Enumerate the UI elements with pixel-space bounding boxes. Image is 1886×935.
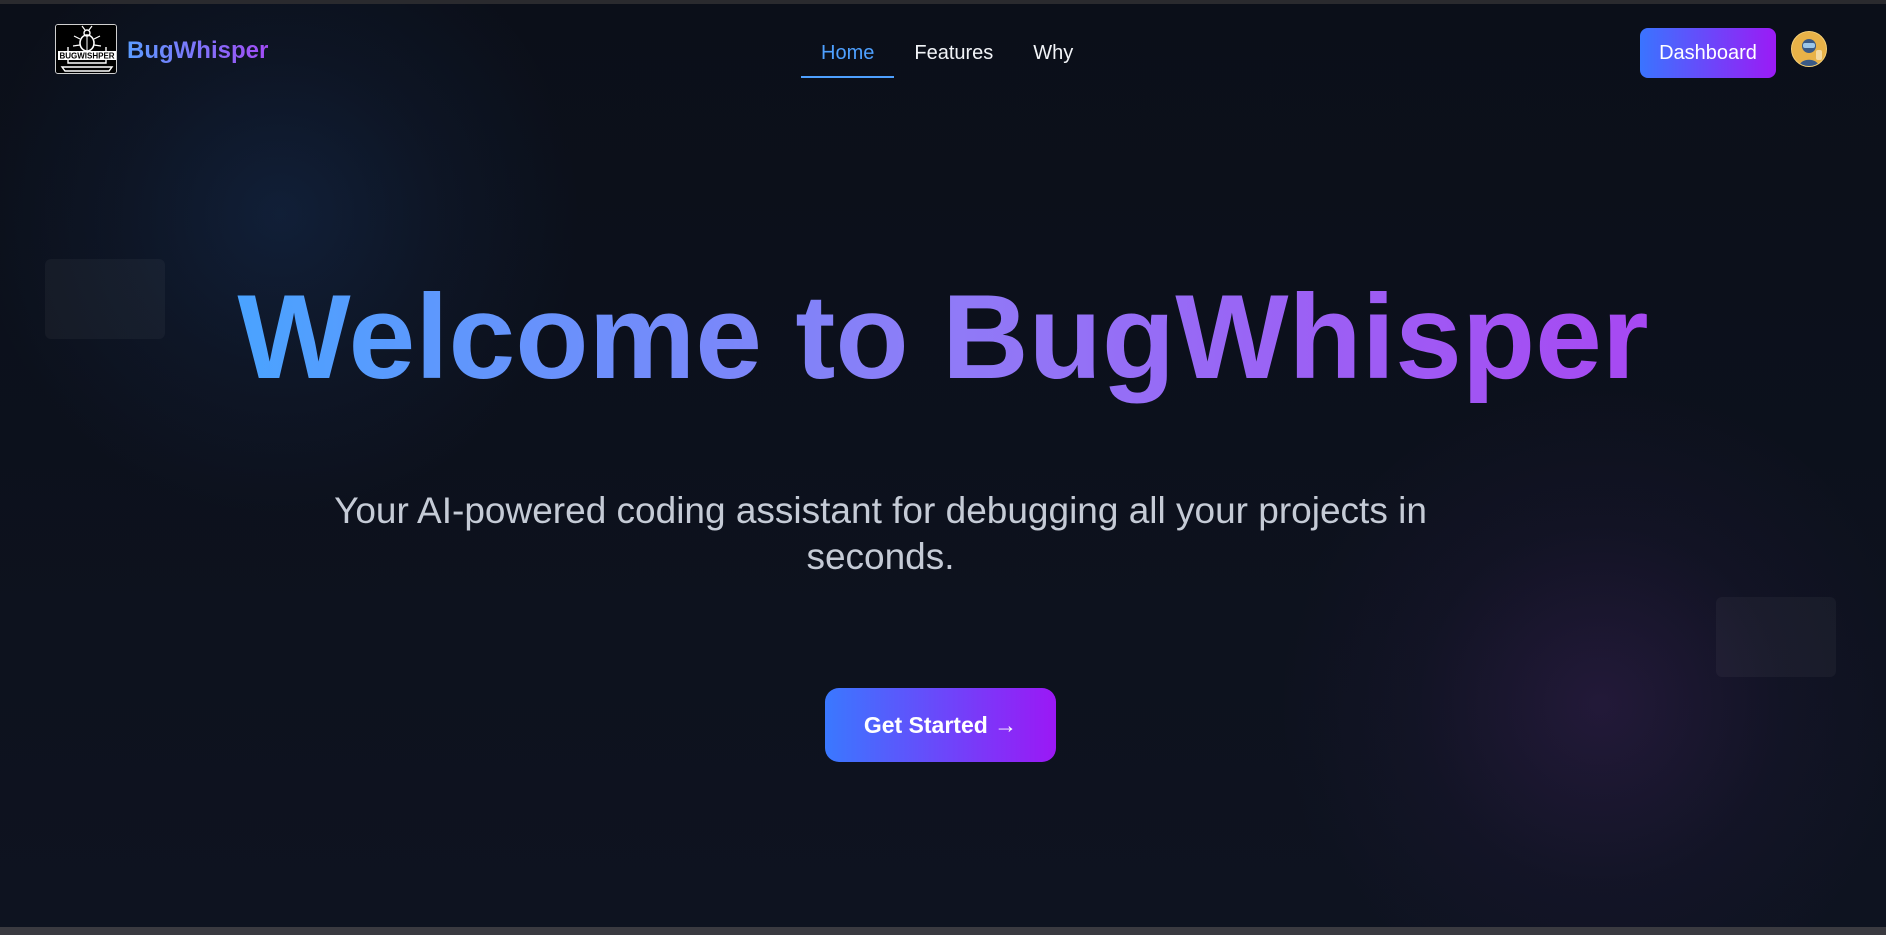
hero-title: Welcome to BugWhisper bbox=[0, 262, 1886, 412]
top-navbar: BUGWISHPER BugWhisper Home Features Why … bbox=[0, 4, 1886, 94]
nav-links: Home Features Why bbox=[801, 30, 1093, 78]
hero-title-text: Welcome to BugWhisper bbox=[237, 270, 1649, 404]
decorative-tile-right bbox=[1716, 597, 1836, 677]
app-window: BUGWISHPER BugWhisper Home Features Why … bbox=[0, 4, 1886, 927]
nav-why-link[interactable]: Why bbox=[1013, 30, 1093, 78]
bugwhisper-logo[interactable]: BUGWISHPER bbox=[55, 24, 117, 74]
window-bottom-edge bbox=[0, 927, 1886, 935]
brand-name[interactable]: BugWhisper bbox=[127, 37, 268, 65]
nav-home-link[interactable]: Home bbox=[801, 30, 895, 78]
hero-subtitle: Your AI-powered coding assistant for deb… bbox=[334, 490, 1427, 577]
get-started-button[interactable]: Get Started → bbox=[825, 688, 1056, 762]
svg-text:BUGWISHPER: BUGWISHPER bbox=[59, 52, 114, 61]
nav-features-link[interactable]: Features bbox=[894, 30, 1013, 78]
user-avatar[interactable] bbox=[1791, 31, 1827, 67]
avatar-icon bbox=[1792, 32, 1826, 66]
dashboard-button[interactable]: Dashboard bbox=[1640, 28, 1776, 78]
bug-laptop-icon: BUGWISHPER bbox=[56, 25, 116, 73]
